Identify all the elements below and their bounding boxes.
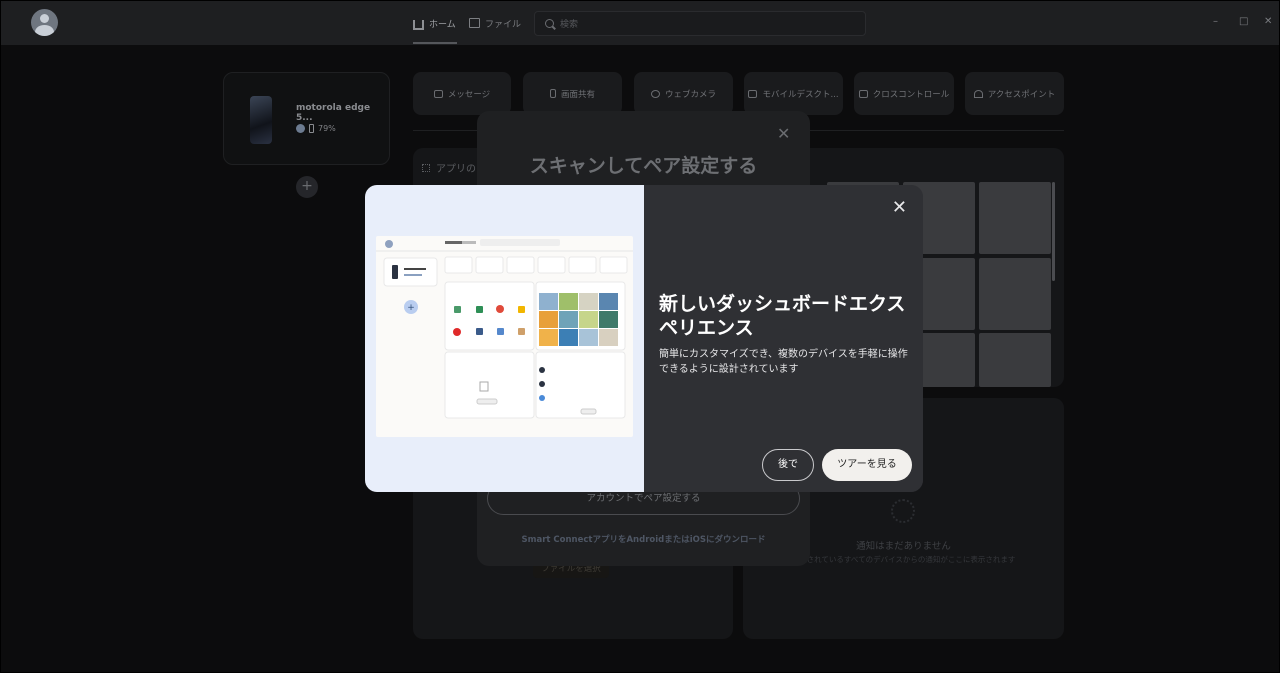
feature-screen-share[interactable]: 画面共有: [523, 72, 622, 115]
download-app-link[interactable]: Smart ConnectアプリをAndroidまたはiOSにダウンロード: [477, 533, 810, 545]
photo-tile[interactable]: [979, 258, 1051, 330]
tab-files[interactable]: ファイル: [469, 14, 521, 32]
apps-panel-title: アプリの: [422, 160, 476, 175]
tour-modal: + ✕ 新しいダッシュボードエクスペリエンス 簡単にカスタマイズでき、複数のデバ…: [365, 185, 923, 492]
app-window: ホーム ファイル 検索 – □ ✕ motorola edge 5... 79%…: [1, 1, 1279, 672]
maximize-button[interactable]: □: [1239, 15, 1248, 29]
minimize-button[interactable]: –: [1213, 15, 1218, 29]
titlebar: ホーム ファイル 検索 – □ ✕: [1, 1, 1279, 45]
photos-scrollbar[interactable]: [1052, 182, 1055, 281]
apps-panel-title-text: アプリの: [436, 164, 476, 175]
close-window-button[interactable]: ✕: [1264, 15, 1272, 29]
message-icon: [433, 89, 443, 98]
active-tab-indicator: [413, 42, 457, 44]
add-device-button[interactable]: +: [296, 176, 318, 198]
feature-cross-control[interactable]: クロスコントロール: [854, 72, 954, 115]
feature-label: クロスコントロール: [872, 89, 950, 100]
folder-icon: [469, 18, 480, 28]
device-card[interactable]: motorola edge 5... 79%: [223, 72, 390, 165]
battery-icon: [309, 124, 314, 133]
search-placeholder: 検索: [560, 20, 579, 30]
scan-dialog-title: スキャンしてペア設定する: [529, 155, 758, 177]
tab-files-label: ファイル: [485, 19, 522, 30]
phone-image: [250, 96, 272, 144]
apps-grid-icon: [422, 163, 430, 172]
tab-home[interactable]: ホーム: [413, 14, 456, 32]
phone-screen-icon: [549, 89, 556, 98]
hotspot-icon: [973, 89, 983, 98]
avatar[interactable]: [31, 9, 58, 36]
feature-access-point[interactable]: アクセスポイント: [965, 72, 1064, 115]
svg-text:+: +: [407, 303, 415, 313]
photo-tile[interactable]: [979, 333, 1051, 387]
feature-webcam[interactable]: ウェブカメラ: [634, 72, 733, 115]
feature-label: モバイルデスクト...: [762, 89, 839, 100]
modal-title: 新しいダッシュボードエクスペリエンス: [659, 293, 906, 339]
modal-description: 簡単にカスタマイズでき、複数のデバイスを手軽に操作できるように設計されています: [659, 349, 908, 375]
home-icon: [413, 20, 424, 30]
feature-mobile-desktop[interactable]: モバイルデスクト...: [744, 72, 843, 115]
dashboard-preview: +: [365, 185, 644, 492]
feature-label: アクセスポイント: [987, 89, 1056, 100]
feature-label: ウェブカメラ: [664, 89, 716, 100]
feature-label: メッセージ: [447, 89, 491, 100]
device-name: motorola edge 5...: [296, 103, 371, 123]
later-button[interactable]: 後で: [762, 449, 814, 481]
photo-tile[interactable]: [979, 182, 1051, 254]
empty-notifications-icon: [891, 499, 915, 523]
dashboard-preview-image: +: [376, 236, 633, 437]
device-status: 79%: [296, 124, 336, 133]
cross-control-icon: [858, 89, 868, 98]
modal-close-button[interactable]: ✕: [892, 197, 907, 218]
feature-label: 画面共有: [560, 89, 595, 100]
search-input[interactable]: 検索: [534, 11, 866, 36]
connection-icon: [296, 124, 305, 133]
feature-messages[interactable]: メッセージ: [413, 72, 511, 115]
search-icon: [545, 19, 554, 28]
monitor-icon: [748, 89, 758, 98]
scan-dialog-close-button[interactable]: ✕: [777, 124, 790, 143]
battery-level: 79%: [318, 124, 336, 133]
tab-home-label: ホーム: [429, 19, 456, 30]
webcam-icon: [650, 89, 660, 98]
tour-content: ✕ 新しいダッシュボードエクスペリエンス 簡単にカスタマイズでき、複数のデバイス…: [644, 185, 923, 492]
view-tour-button[interactable]: ツアーを見る: [822, 449, 912, 481]
